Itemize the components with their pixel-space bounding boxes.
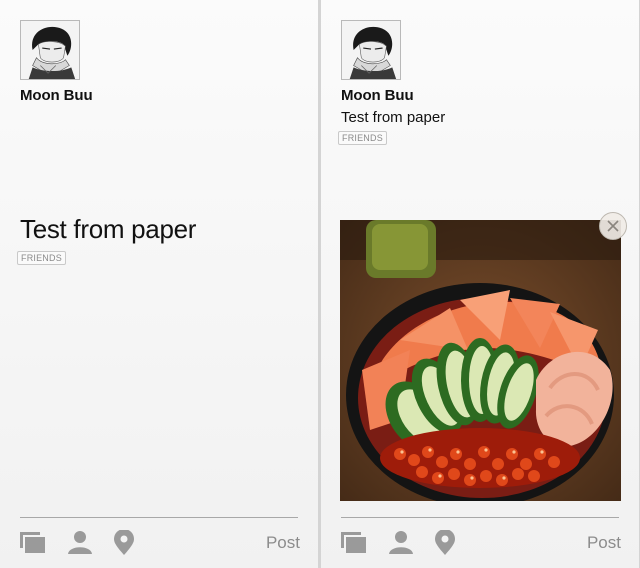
audience-badge[interactable]: FRIENDS (17, 251, 66, 265)
post-text[interactable]: Test from paper (20, 214, 196, 245)
divider (341, 517, 619, 518)
post-text[interactable]: Test from paper (341, 109, 445, 126)
composer-panel-text: Moon Buu Test from paper FRIENDS Post (0, 0, 318, 568)
person-icon[interactable] (67, 530, 93, 554)
person-icon[interactable] (388, 530, 414, 554)
username: Moon Buu (341, 87, 414, 104)
cards-icon[interactable] (20, 530, 46, 554)
audience-badge[interactable]: FRIENDS (338, 131, 387, 145)
username: Moon Buu (20, 87, 93, 104)
location-pin-icon[interactable] (113, 530, 135, 555)
post-button[interactable]: Post (587, 533, 621, 553)
post-button[interactable]: Post (266, 533, 300, 553)
cards-icon[interactable] (341, 530, 367, 554)
location-pin-icon[interactable] (434, 530, 456, 555)
avatar (341, 20, 401, 80)
composer-panel-photo: Moon Buu Test from paper FRIENDS Post (321, 0, 639, 568)
close-icon[interactable] (599, 212, 627, 240)
attached-photo (340, 220, 621, 501)
avatar (20, 20, 80, 80)
divider (20, 517, 298, 518)
